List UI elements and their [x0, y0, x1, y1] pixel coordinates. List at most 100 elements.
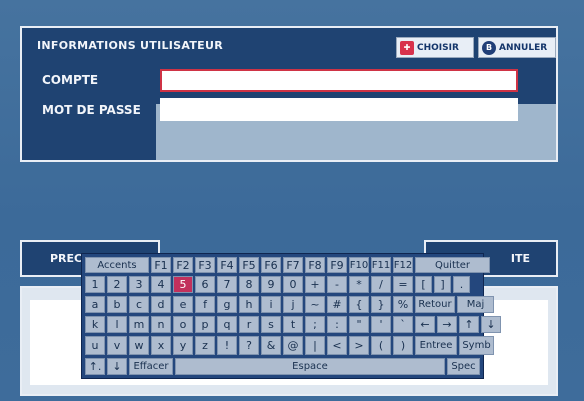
key-rbrace[interactable]: }: [371, 296, 391, 313]
key-espace[interactable]: Espace: [175, 358, 445, 375]
key-gt[interactable]: >: [349, 336, 369, 355]
key-at[interactable]: @: [283, 336, 303, 355]
key-s[interactable]: s: [261, 316, 281, 333]
key-g[interactable]: g: [217, 296, 237, 313]
key-colon[interactable]: :: [327, 316, 347, 333]
key-f6[interactable]: F6: [261, 257, 281, 273]
key-retour[interactable]: Retour: [415, 296, 455, 313]
key-hash[interactable]: #: [327, 296, 347, 313]
key-2[interactable]: 2: [107, 276, 127, 293]
key-squote[interactable]: ': [371, 316, 391, 333]
key-f1[interactable]: F1: [151, 257, 171, 273]
key-up-dot[interactable]: ↑.: [85, 358, 105, 375]
key-m[interactable]: m: [129, 316, 149, 333]
key-n[interactable]: n: [151, 316, 171, 333]
key-percent[interactable]: %: [393, 296, 413, 313]
key-o[interactable]: o: [173, 316, 193, 333]
key-c[interactable]: c: [129, 296, 149, 313]
key-1[interactable]: 1: [85, 276, 105, 293]
key-j[interactable]: j: [283, 296, 303, 313]
key-right[interactable]: →: [437, 316, 457, 333]
key-lbracket[interactable]: [: [415, 276, 432, 293]
key-f4[interactable]: F4: [217, 257, 237, 273]
key-down[interactable]: ↓: [481, 316, 501, 333]
key-dot[interactable]: .: [453, 276, 470, 293]
key-t[interactable]: t: [283, 316, 303, 333]
key-f9[interactable]: F9: [327, 257, 347, 273]
next-label: ITE: [510, 252, 530, 265]
key-9[interactable]: 9: [261, 276, 281, 293]
key-f[interactable]: f: [195, 296, 215, 313]
key-question[interactable]: ?: [239, 336, 259, 355]
key-f12[interactable]: F12: [393, 257, 413, 273]
key-h[interactable]: h: [239, 296, 259, 313]
key-7[interactable]: 7: [217, 276, 237, 293]
key-8[interactable]: 8: [239, 276, 259, 293]
key-3[interactable]: 3: [129, 276, 149, 293]
key-0[interactable]: 0: [283, 276, 303, 293]
key-slash[interactable]: /: [371, 276, 391, 293]
key-i[interactable]: i: [261, 296, 281, 313]
key-b[interactable]: b: [107, 296, 127, 313]
key-asterisk[interactable]: *: [349, 276, 369, 293]
key-q[interactable]: q: [217, 316, 237, 333]
key-f11[interactable]: F11: [371, 257, 391, 273]
key-v[interactable]: v: [107, 336, 127, 355]
key-pipe[interactable]: |: [305, 336, 325, 355]
key-p[interactable]: p: [195, 316, 215, 333]
key-f3[interactable]: F3: [195, 257, 215, 273]
key-e[interactable]: e: [173, 296, 193, 313]
key-effacer[interactable]: Effacer: [129, 358, 173, 375]
cancel-label: ANNULER: [499, 42, 548, 53]
key-w[interactable]: w: [129, 336, 149, 355]
key-up[interactable]: ↑: [459, 316, 479, 333]
cancel-button[interactable]: B ANNULER: [478, 37, 556, 58]
account-label: COMPTE: [42, 73, 99, 87]
key-r[interactable]: r: [239, 316, 259, 333]
key-6[interactable]: 6: [195, 276, 215, 293]
key-z[interactable]: z: [195, 336, 215, 355]
key-accents[interactable]: Accents: [85, 257, 149, 273]
choose-button[interactable]: ✚ CHOISIR: [396, 37, 474, 58]
key-l[interactable]: l: [107, 316, 127, 333]
password-field[interactable]: [160, 98, 518, 121]
key-symb[interactable]: Symb: [459, 336, 494, 355]
key-x[interactable]: x: [151, 336, 171, 355]
key-tilde[interactable]: ~: [305, 296, 325, 313]
key-4[interactable]: 4: [151, 276, 171, 293]
key-lbrace[interactable]: {: [349, 296, 369, 313]
key-f8[interactable]: F8: [305, 257, 325, 273]
key-lt[interactable]: <: [327, 336, 347, 355]
key-semicolon[interactable]: ;: [305, 316, 325, 333]
key-u[interactable]: u: [85, 336, 105, 355]
key-spec[interactable]: Spec: [447, 358, 480, 375]
key-quitter[interactable]: Quitter: [415, 257, 490, 273]
key-dquote[interactable]: ": [349, 316, 369, 333]
key-equals[interactable]: =: [393, 276, 413, 293]
key-k[interactable]: k: [85, 316, 105, 333]
key-5[interactable]: 5: [173, 276, 193, 293]
key-f2[interactable]: F2: [173, 257, 193, 273]
key-minus[interactable]: -: [327, 276, 347, 293]
key-f5[interactable]: F5: [239, 257, 259, 273]
key-rparen[interactable]: ): [393, 336, 413, 355]
key-f10[interactable]: F10: [349, 257, 369, 273]
key-plus[interactable]: +: [305, 276, 325, 293]
key-left[interactable]: ←: [415, 316, 435, 333]
key-rbracket[interactable]: ]: [434, 276, 451, 293]
button-a-icon: ✚: [400, 40, 414, 55]
key-lparen[interactable]: (: [371, 336, 391, 355]
key-f7[interactable]: F7: [283, 257, 303, 273]
key-backtick[interactable]: `: [393, 316, 413, 333]
key-entree[interactable]: Entree: [415, 336, 457, 355]
account-field[interactable]: [160, 69, 518, 92]
key-a[interactable]: a: [85, 296, 105, 313]
key-maj[interactable]: Maj: [457, 296, 494, 313]
choose-label: CHOISIR: [417, 42, 459, 53]
key-amp[interactable]: &: [261, 336, 281, 355]
key-down[interactable]: ↓: [107, 358, 127, 375]
key-d[interactable]: d: [151, 296, 171, 313]
key-bang[interactable]: !: [217, 336, 237, 355]
button-b-icon: B: [482, 40, 496, 55]
key-y[interactable]: y: [173, 336, 193, 355]
